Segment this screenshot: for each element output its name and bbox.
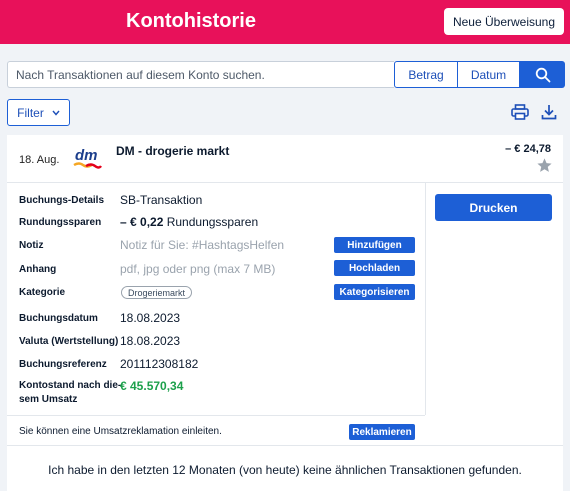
add-note-button[interactable]: Hinzufügen xyxy=(334,237,415,253)
top-bar: Kontohistorie Neue Überweisung xyxy=(0,0,570,44)
dm-logo: dm xyxy=(73,147,102,169)
chevron-down-icon xyxy=(52,110,60,116)
complaint-button[interactable]: Reklamieren xyxy=(349,424,415,440)
reference-value: 201112308182 xyxy=(120,357,199,371)
roundup-value: – € 0,22 Rundungssparen xyxy=(120,215,258,229)
download-icon[interactable] xyxy=(541,104,557,120)
new-transfer-button[interactable]: Neue Überweisung xyxy=(444,8,564,35)
note-label: Notiz xyxy=(19,240,44,251)
categorize-button[interactable]: Kategorisieren xyxy=(334,284,415,300)
balance-label-line2: sem Umsatz xyxy=(19,394,78,405)
similar-transactions-text: Ich habe in den letzten 12 Monaten (von … xyxy=(48,463,522,477)
booking-date-label: Buchungsdatum xyxy=(19,313,98,324)
reference-label: Buchungsreferenz xyxy=(19,359,107,370)
roundup-label: Rundungssparen xyxy=(19,217,102,228)
balance-label: Kontostand nach die- sem Umsatz xyxy=(19,379,121,407)
merchant-name: DM - drogerie markt xyxy=(116,144,230,158)
search-button[interactable] xyxy=(520,61,565,88)
category-chip: Drogeriemarkt xyxy=(121,286,193,299)
filter-button[interactable]: Filter xyxy=(7,99,70,126)
attachment-input[interactable]: pdf, jpg oder png (max 7 MB) xyxy=(120,262,275,276)
sort-date-button[interactable]: Datum xyxy=(458,61,520,88)
transaction-amount: – € 24,78 xyxy=(505,143,551,155)
transaction-date: 18. Aug. xyxy=(19,154,60,166)
roundup-amount: – € 0,22 xyxy=(120,215,164,229)
details-divider xyxy=(425,183,426,415)
search-input[interactable] xyxy=(7,61,394,88)
search-icon xyxy=(535,67,550,82)
sort-amount-button[interactable]: Betrag xyxy=(394,61,458,88)
upload-button[interactable]: Hochladen xyxy=(334,260,415,276)
attachment-label: Anhang xyxy=(19,264,57,275)
value-date-label: Valuta (Wertstellung) xyxy=(19,336,119,347)
booking-date-value: 18.08.2023 xyxy=(120,311,181,325)
balance-value: € 45.570,34 xyxy=(120,379,184,393)
note-input[interactable]: Notiz für Sie: #HashtagsHelfen xyxy=(120,238,284,252)
search-row: Betrag Datum xyxy=(7,61,565,88)
roundup-text: Rundungssparen xyxy=(166,215,259,229)
filter-label: Filter xyxy=(17,105,44,120)
transaction-card: 18. Aug. dm DM - drogerie markt – € 24,7… xyxy=(7,135,563,491)
page-title: Kontohistorie xyxy=(126,10,256,32)
category-label: Kategorie xyxy=(19,287,66,298)
transaction-header[interactable]: 18. Aug. dm DM - drogerie markt – € 24,7… xyxy=(7,135,563,183)
star-icon[interactable] xyxy=(536,157,553,174)
print-button[interactable]: Drucken xyxy=(435,194,552,221)
printer-icon[interactable] xyxy=(511,104,529,120)
balance-label-line1: Kontostand nach die- xyxy=(19,380,122,391)
complaint-divider xyxy=(7,415,425,416)
complaint-text: Sie können eine Umsatzreklamation einlei… xyxy=(19,426,222,437)
value-date-value: 18.08.2023 xyxy=(120,334,181,348)
similar-divider xyxy=(7,445,563,446)
logo-text: dm xyxy=(75,147,98,164)
booking-details-label: Buchungs-Details xyxy=(19,195,105,206)
booking-details-value: SB-Transaktion xyxy=(120,193,203,207)
